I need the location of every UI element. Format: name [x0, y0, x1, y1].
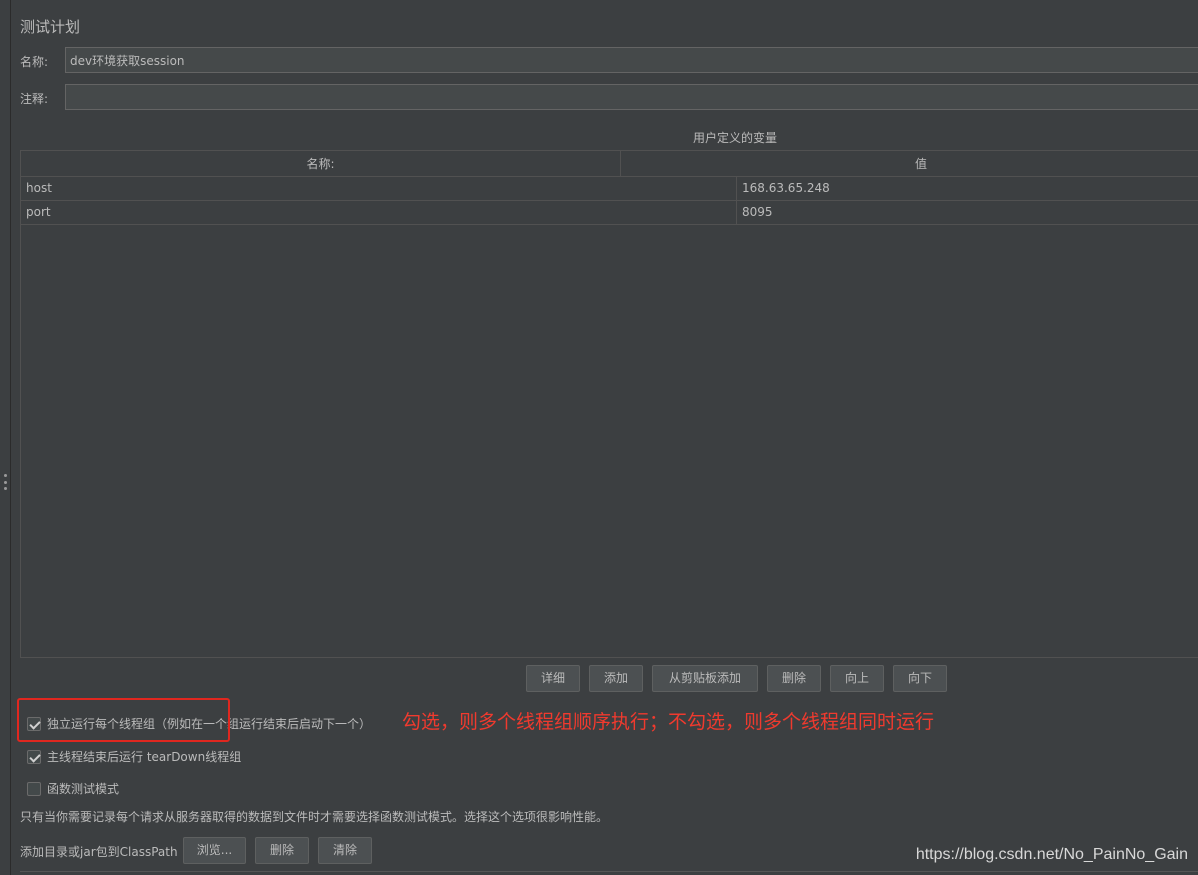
comment-input[interactable] — [65, 84, 1198, 110]
teardown-checkbox[interactable] — [27, 749, 41, 764]
panel-title: 测试计划 — [20, 18, 81, 36]
table-row[interactable]: host 168.63.65.248 — [21, 177, 1198, 201]
functional-mode-label: 函数测试模式 — [47, 782, 120, 796]
column-header-value[interactable]: 值 — [621, 151, 1198, 176]
name-input[interactable] — [65, 47, 1198, 73]
cell-value[interactable]: 8095 — [737, 201, 1198, 224]
functional-mode-checkbox[interactable] — [27, 781, 41, 796]
cell-name[interactable]: host — [21, 177, 737, 200]
move-up-button[interactable]: 向上 — [830, 665, 884, 692]
table-row[interactable]: port 8095 — [21, 201, 1198, 225]
splitter-grip-icon[interactable] — [3, 474, 7, 490]
watermark: https://blog.csdn.net/No_PainNo_Gain — [915, 846, 1188, 863]
functional-mode-help-text: 只有当你需要记录每个请求从服务器取得的数据到文件时才需要选择函数测试模式。选择这… — [20, 810, 609, 824]
browse-button[interactable]: 浏览... — [183, 837, 246, 864]
functional-mode-option[interactable]: 函数测试模式 — [27, 780, 119, 797]
column-header-name[interactable]: 名称: — [21, 151, 622, 176]
teardown-label: 主线程结束后运行 tearDown线程组 — [47, 750, 242, 764]
add-from-clipboard-button[interactable]: 从剪贴板添加 — [652, 665, 758, 692]
move-down-button[interactable]: 向下 — [893, 665, 947, 692]
classpath-clear-button[interactable]: 清除 — [318, 837, 372, 864]
classpath-label: 添加目录或jar包到ClassPath — [20, 845, 178, 859]
detail-button[interactable]: 详细 — [526, 665, 580, 692]
cell-name[interactable]: port — [21, 201, 737, 224]
table-header: 名称: 值 — [21, 151, 1198, 177]
cell-value[interactable]: 168.63.65.248 — [737, 177, 1198, 200]
teardown-option[interactable]: 主线程结束后运行 tearDown线程组 — [27, 748, 241, 765]
name-label: 名称: — [20, 55, 49, 69]
left-splitter[interactable] — [0, 0, 11, 875]
add-button[interactable]: 添加 — [589, 665, 643, 692]
delete-button[interactable]: 删除 — [767, 665, 821, 692]
classpath-delete-button[interactable]: 删除 — [255, 837, 309, 864]
comment-label: 注释: — [20, 92, 49, 106]
variables-table[interactable]: 名称: 值 host 168.63.65.248 port 8095 — [20, 150, 1198, 658]
annotation-highlight-box — [17, 698, 230, 742]
variables-table-caption: 用户定义的变量 — [692, 131, 777, 145]
divider — [20, 871, 1198, 872]
annotation-text: 勾选，则多个线程组顺序执行；不勾选，则多个线程组同时运行 — [402, 711, 935, 733]
